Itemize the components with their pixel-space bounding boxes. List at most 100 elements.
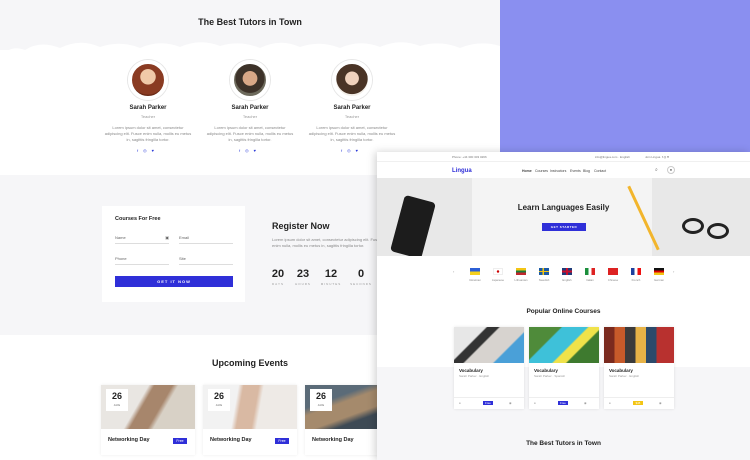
instagram-icon[interactable]: ◎ xyxy=(347,148,356,153)
tutor-card: Sarah Parker Teacher Lorem ipsum dolor s… xyxy=(307,60,397,153)
course-subtitle: Sarah Parker · Spanish xyxy=(534,374,566,378)
social-icons[interactable]: f ◎ ♥ xyxy=(662,155,669,159)
top-bar: Phone: +44 300 303 0266 info@lingua.com … xyxy=(377,152,750,161)
email-field[interactable]: Email xyxy=(179,235,233,244)
twitter-icon[interactable]: ♥ xyxy=(254,148,261,153)
user-icon[interactable]: ● xyxy=(667,166,675,174)
flag-english[interactable]: English xyxy=(560,268,574,282)
views-icon: ◉ xyxy=(659,401,662,405)
event-badge: Free xyxy=(275,438,289,444)
user-icon: ▣ xyxy=(165,235,169,240)
avatar xyxy=(128,60,168,100)
avatar xyxy=(332,60,372,100)
register-title: Register Now xyxy=(272,221,330,231)
social-links: f◎♥ xyxy=(205,148,295,153)
course-card[interactable]: Vocabulary Sarah Parker · Spanish ● Free… xyxy=(529,327,599,409)
chevron-right-icon[interactable]: › xyxy=(673,269,674,274)
tutor-desc: Lorem ipsum dolor sit amet, consectetur … xyxy=(308,125,396,142)
menu-item-contact[interactable]: Contact xyxy=(594,169,606,173)
tutor-name: Sarah Parker xyxy=(333,105,371,111)
topbar-join[interactable]: Join Lingua xyxy=(645,155,660,159)
tutor-card: Sarah Parker Teacher Lorem ipsum dolor s… xyxy=(205,60,295,153)
flag-lithuanian[interactable]: Lithuanian xyxy=(514,268,528,282)
event-title: Networking Day xyxy=(210,437,252,443)
hero-notebook xyxy=(472,178,652,256)
course-image xyxy=(454,327,524,363)
popular-courses-title: Popular Online Courses xyxy=(526,308,601,315)
get-started-button[interactable]: GET STARTED xyxy=(542,223,586,231)
twitter-icon[interactable]: ♥ xyxy=(356,148,363,153)
get-it-now-button[interactable]: GET IT NOW xyxy=(115,276,233,287)
course-badge: Free xyxy=(483,401,493,405)
menu-item-events[interactable]: Events xyxy=(570,169,581,173)
course-image xyxy=(604,327,674,363)
language-flags: ‹ Ukrainian Japanese Lithuanian Swedish … xyxy=(377,268,750,288)
flag-japanese[interactable]: Japanese xyxy=(491,268,505,282)
course-badge: Free xyxy=(558,401,568,405)
course-title: Vocabulary xyxy=(609,368,633,373)
event-date: 26 AUG xyxy=(106,389,128,411)
countdown-minutes: 12 MINUTES xyxy=(320,268,342,286)
social-links: f◎♥ xyxy=(103,148,193,153)
event-date: 26 AUG xyxy=(208,389,230,411)
course-title: Vocabulary xyxy=(459,368,483,373)
flag-chinese[interactable]: Chinese xyxy=(606,268,620,282)
event-date: 26 AUG xyxy=(310,389,332,411)
phone-field[interactable]: Phone xyxy=(115,256,169,265)
menu-item-blog[interactable]: Blog xyxy=(583,169,590,173)
tutors-title: The Best Tutors in Town xyxy=(198,17,302,27)
logo[interactable]: Lingua xyxy=(452,168,472,174)
course-subtitle: Sarah Parker · English xyxy=(609,374,640,378)
menu-item-home[interactable]: Home xyxy=(522,169,532,173)
event-badge: Free xyxy=(173,438,187,444)
students-icon: ● xyxy=(459,401,461,405)
event-title: Networking Day xyxy=(312,437,354,443)
course-card[interactable]: Vocabulary Sarah Parker · English ● $45 … xyxy=(604,327,674,409)
flag-swedish[interactable]: Swedish xyxy=(537,268,551,282)
students-icon: ● xyxy=(609,401,611,405)
chevron-left-icon[interactable]: ‹ xyxy=(453,269,454,274)
flag-ukrainian[interactable]: Ukrainian xyxy=(468,268,482,282)
course-card[interactable]: Vocabulary Sarah Parker · English ● Free… xyxy=(454,327,524,409)
tutor-role: Teacher xyxy=(242,114,258,119)
topbar-phone: Phone: +44 300 303 0266 xyxy=(452,155,487,159)
flag-french[interactable]: French xyxy=(629,268,643,282)
topbar-info: info@lingua.com · English xyxy=(595,155,630,159)
flag-italian[interactable]: Italian xyxy=(583,268,597,282)
form-title: Courses For Free xyxy=(115,216,161,222)
site-field[interactable]: Site xyxy=(179,256,233,265)
students-icon: ● xyxy=(534,401,536,405)
search-icon[interactable]: ⌕ xyxy=(655,167,658,173)
tutor-role: Teacher xyxy=(140,114,156,119)
hero-title: Learn Languages Easily xyxy=(517,203,610,212)
tutor-desc: Lorem ipsum dolor sit amet, consectetur … xyxy=(206,125,294,142)
register-desc: Lorem ipsum dolor sit amet, consectetur … xyxy=(272,237,382,248)
course-subtitle: Sarah Parker · English xyxy=(459,374,490,378)
tutors-title-preview: The Best Tutors in Town xyxy=(526,440,601,447)
register-form: Courses For Free Name ▣ Email Phone Site … xyxy=(102,206,245,302)
hero-glasses-image xyxy=(682,218,704,234)
menu-item-courses[interactable]: Courses xyxy=(535,169,548,173)
hero-banner: Learn Languages Easily GET STARTED xyxy=(377,178,750,256)
countdown-seconds: 0 SECONDS xyxy=(350,268,372,286)
views-icon: ◉ xyxy=(509,401,512,405)
tutor-desc: Lorem ipsum dolor sit amet, consectetur … xyxy=(104,125,192,142)
flag-german[interactable]: German xyxy=(652,268,666,282)
course-image xyxy=(529,327,599,363)
instagram-icon[interactable]: ◎ xyxy=(143,148,152,153)
tutor-card: Sarah Parker Teacher Lorem ipsum dolor s… xyxy=(103,60,193,153)
course-badge: $45 xyxy=(633,401,643,405)
countdown-hours: 23 HOURS xyxy=(295,268,311,286)
name-field[interactable]: Name ▣ xyxy=(115,235,169,244)
countdown-days: 20 DAYS xyxy=(271,268,285,286)
menu-item-instructors[interactable]: Instructors xyxy=(550,169,566,173)
instagram-icon[interactable]: ◎ xyxy=(245,148,254,153)
event-card[interactable]: 26AUG Networking Day Free xyxy=(101,385,195,455)
tutor-role: Teacher xyxy=(344,114,360,119)
twitter-icon[interactable]: ♥ xyxy=(152,148,159,153)
tutor-name: Sarah Parker xyxy=(231,105,269,111)
event-card[interactable]: 26AUG Networking Day Free xyxy=(203,385,297,455)
tutor-name: Sarah Parker xyxy=(129,105,167,111)
site-preview-window: Phone: +44 300 303 0266 info@lingua.com … xyxy=(377,152,750,460)
course-title: Vocabulary xyxy=(534,368,558,373)
